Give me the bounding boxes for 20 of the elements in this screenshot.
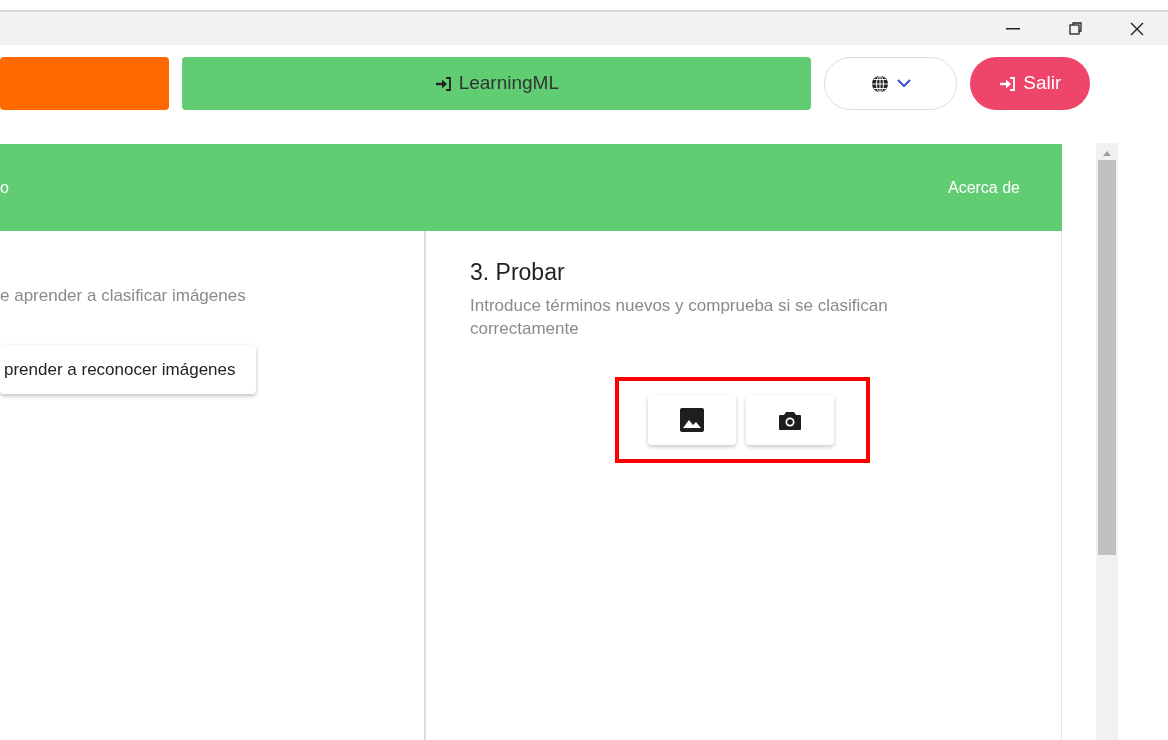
language-button[interactable]	[824, 57, 958, 110]
scrollbar-thumb[interactable]	[1098, 160, 1116, 555]
description-text: e aprender a clasificar imágenes	[0, 285, 247, 307]
train-button[interactable]: prender a reconocer imágenes	[0, 344, 256, 394]
description-text: Introduce términos nuevos y comprueba si se clasifican correctamente	[470, 294, 889, 341]
image-upload-button[interactable]	[648, 395, 736, 446]
logout-button[interactable]: Salir	[970, 57, 1090, 110]
sign-in-icon	[999, 76, 1016, 91]
about-link[interactable]: Acerca de	[947, 175, 1020, 200]
image-icon	[680, 408, 704, 433]
project-button[interactable]: LearningML	[182, 57, 812, 110]
camera-icon	[778, 409, 802, 432]
camera-button[interactable]	[746, 395, 834, 446]
sign-in-icon	[434, 76, 451, 91]
section-title: 3. Probar	[470, 258, 566, 287]
globe-icon	[870, 74, 889, 93]
scroll-up-icon[interactable]	[1103, 151, 1111, 156]
chevron-down-icon	[896, 79, 911, 88]
scrollbar[interactable]	[1096, 143, 1118, 740]
nav-link[interactable]: o	[0, 175, 9, 200]
